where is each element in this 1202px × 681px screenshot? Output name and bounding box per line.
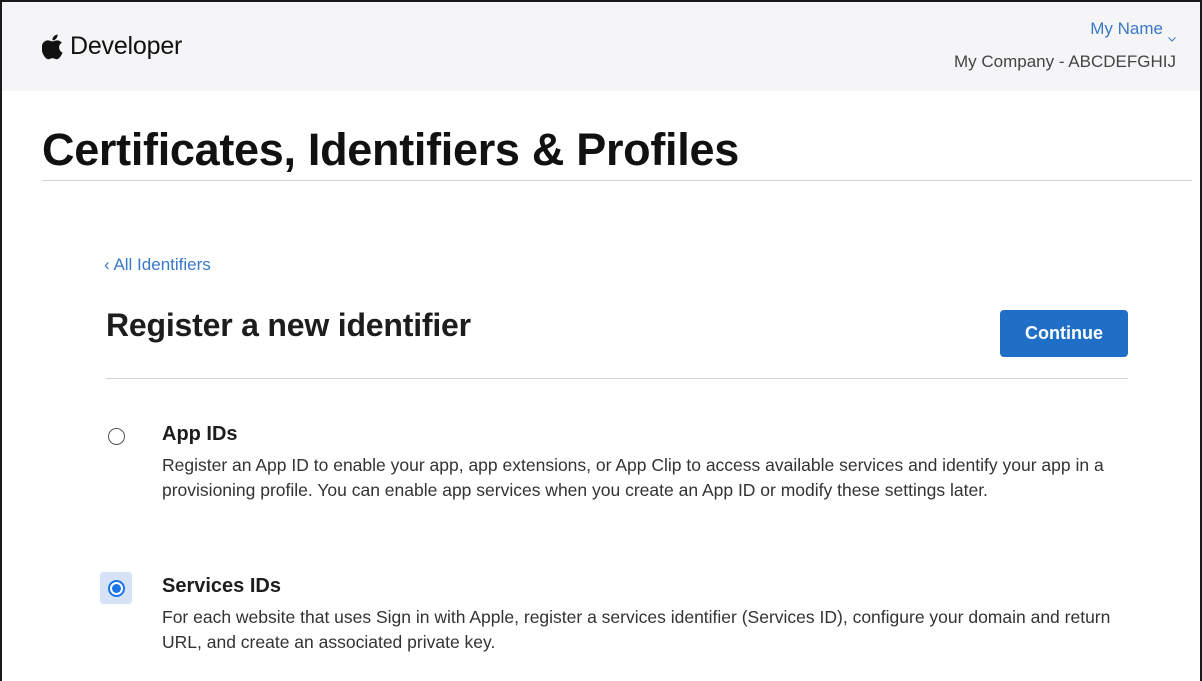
chevron-down-icon <box>1168 27 1176 42</box>
app-window: Developer My Name My Company - ABCDEFGHI… <box>0 0 1202 681</box>
option-description: For each website that uses Sign in with … <box>162 607 1111 652</box>
developer-brand-link[interactable]: Developer <box>41 32 183 61</box>
radio-services-ids[interactable] <box>107 579 125 597</box>
brand-label: Developer <box>70 32 183 60</box>
option-title[interactable]: App IDs <box>162 423 238 446</box>
radio-services-ids-wrap[interactable] <box>100 572 132 604</box>
title-divider <box>42 180 1192 181</box>
option-title[interactable]: Services IDs <box>162 575 281 598</box>
account-name-label: My Name <box>1090 19 1163 38</box>
global-header: Developer My Name My Company - ABCDEFGHI… <box>2 2 1200 91</box>
radio-app-ids-wrap[interactable] <box>100 420 132 452</box>
continue-button[interactable]: Continue <box>1000 310 1128 357</box>
account-area: My Name My Company - ABCDEFGHIJ <box>954 19 1176 72</box>
team-label: My Company - ABCDEFGHIJ <box>954 52 1176 71</box>
section-title: Register a new identifier <box>106 307 471 343</box>
page-title: Certificates, Identifiers & Profiles <box>42 124 739 175</box>
section-divider <box>106 378 1128 379</box>
back-to-identifiers-link[interactable]: ‹ All Identifiers <box>104 255 211 275</box>
account-menu-button[interactable]: My Name <box>1090 19 1176 42</box>
option-description: Register an App ID to enable your app, a… <box>162 455 1104 500</box>
radio-app-ids[interactable] <box>107 427 125 445</box>
apple-logo-icon <box>41 34 64 60</box>
